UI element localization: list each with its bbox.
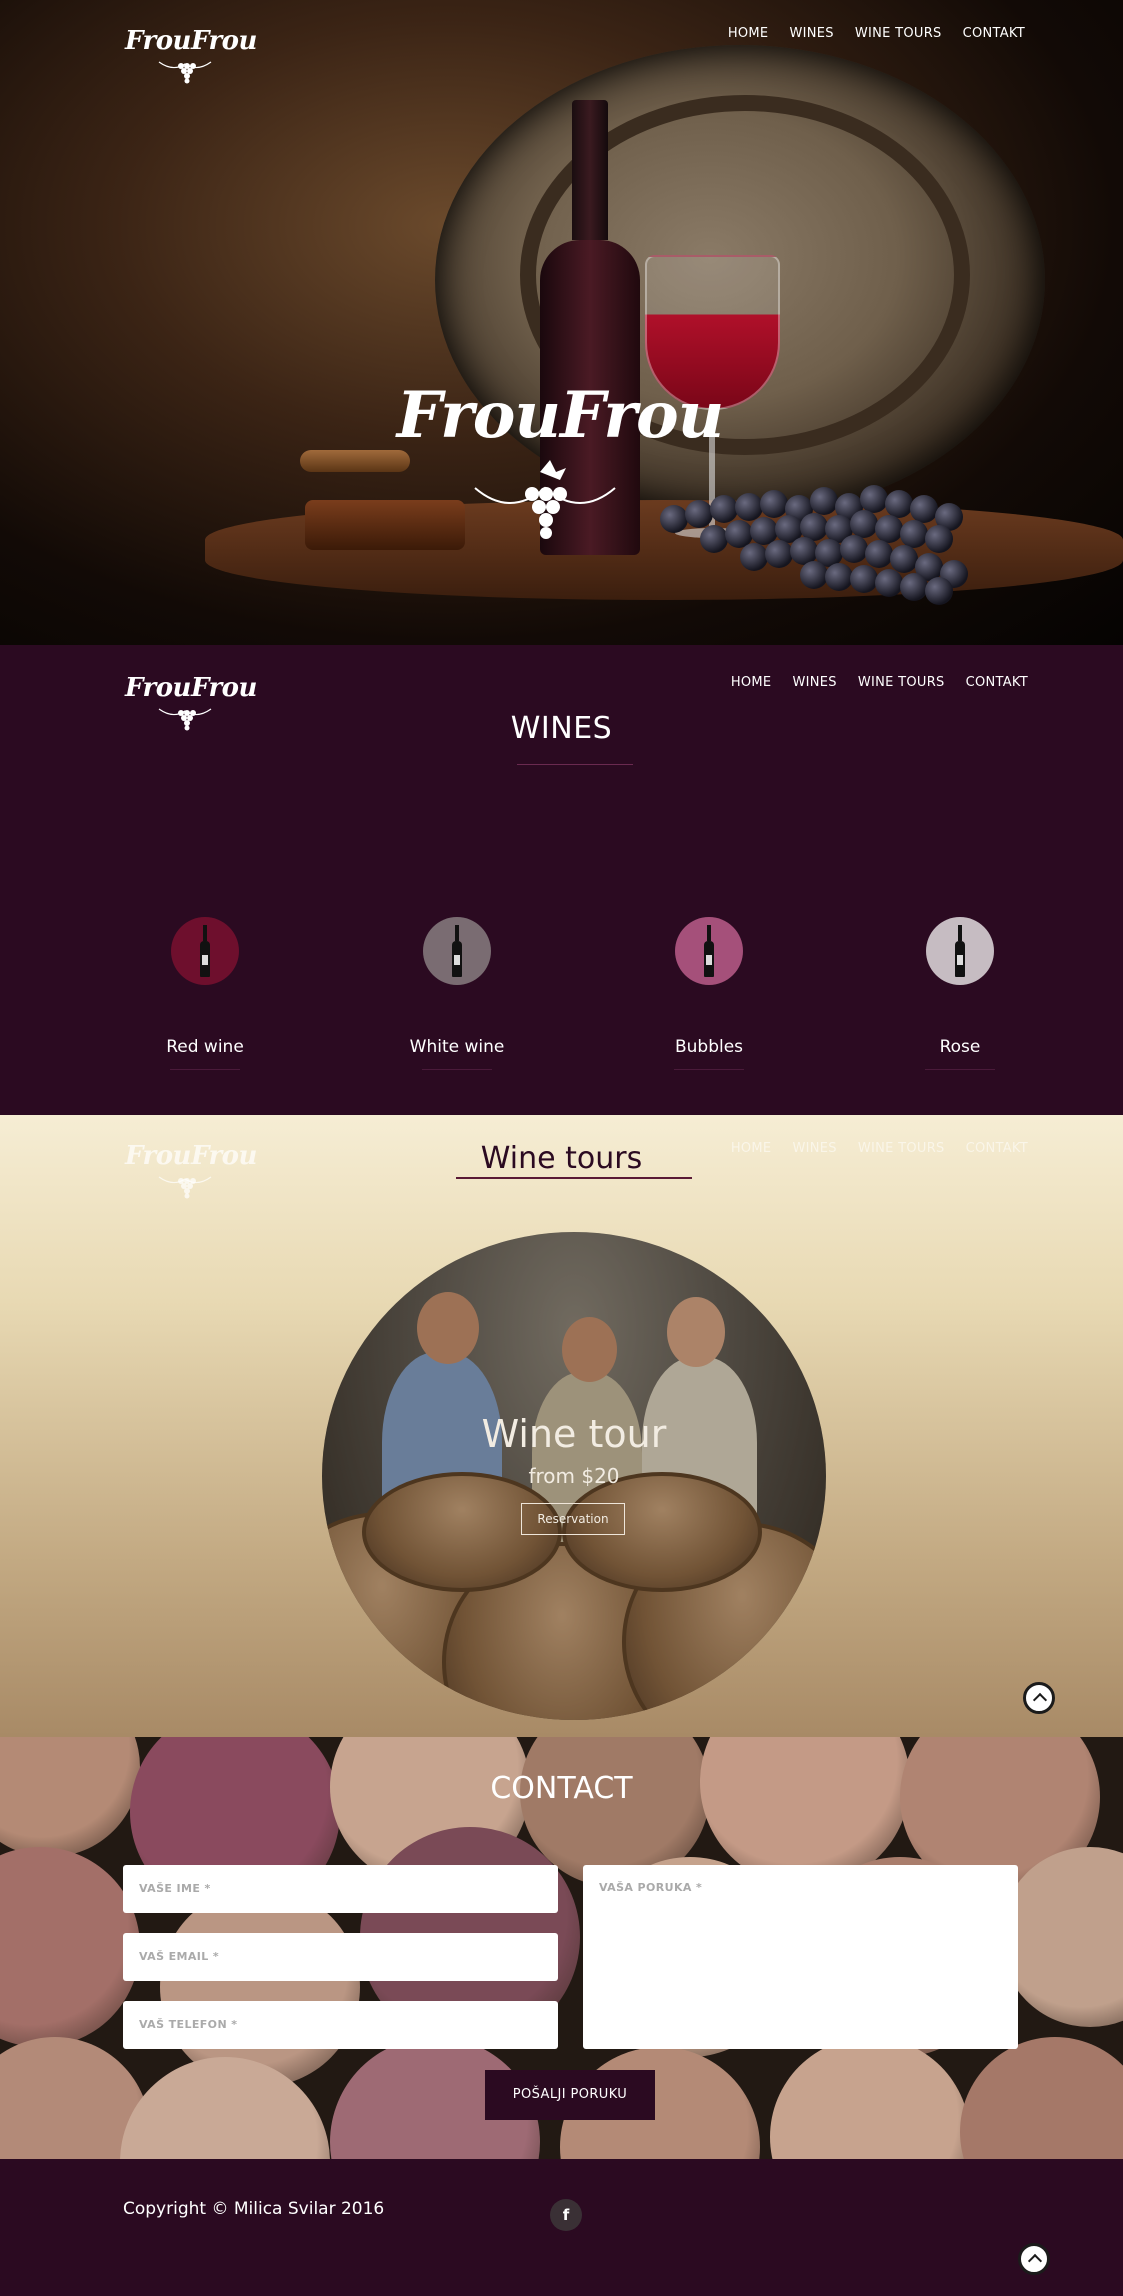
logo-text: FrouFrou [125, 26, 257, 56]
grapes-image [640, 465, 1000, 605]
wine-item-red[interactable]: Red wine [105, 917, 305, 1070]
nav-contact[interactable]: CONTAKT [963, 26, 1025, 41]
main-nav: HOME WINES WINE TOURS CONTAKT [728, 26, 1025, 41]
bottle-icon [200, 925, 210, 977]
bottle-icon [704, 925, 714, 977]
wine-tours-title: Wine tours [480, 1141, 643, 1176]
wine-divider [170, 1069, 240, 1070]
wine-divider [422, 1069, 492, 1070]
hero-title: FrouFrou [396, 378, 725, 453]
contact-section: CONTACT VAŠE IME * VAŠ EMAIL * VAŠ TELEF… [0, 1737, 1123, 2159]
tour-card-title: Wine tour [481, 1412, 667, 1456]
send-message-button[interactable]: POŠALJI PORUKU [485, 2070, 655, 2120]
nav-wine-tours[interactable]: WINE TOURS [858, 675, 945, 690]
wine-circle-white[interactable] [423, 917, 491, 985]
contact-title: CONTACT [490, 1771, 633, 1806]
wine-tour-card[interactable]: Wine tour from $20 Reservation [322, 1232, 826, 1720]
logo-text: FrouFrou [125, 673, 257, 703]
title-divider [456, 1177, 692, 1179]
wine-circle-red[interactable] [171, 917, 239, 985]
nav-contact[interactable]: CONTAKT [966, 675, 1028, 690]
wine-divider [925, 1069, 995, 1070]
message-placeholder: VAŠA PORUKA * [599, 1881, 703, 1894]
nav-wines[interactable]: WINES [792, 675, 836, 690]
main-nav: HOME WINES WINE TOURS CONTAKT [731, 675, 1028, 690]
title-divider [517, 764, 633, 765]
barrel-tap [300, 440, 465, 550]
nav-wines[interactable]: WINES [789, 26, 833, 41]
grape-icon [474, 460, 616, 539]
email-field[interactable]: VAŠ EMAIL * [123, 1933, 558, 1981]
phone-placeholder: VAŠ TELEFON * [139, 2018, 238, 2031]
wines-section: FrouFrou HOME WINES WINE TOURS CONTAKT W… [0, 645, 1123, 1115]
wine-label[interactable]: Rose [860, 1037, 1060, 1057]
wine-item-white[interactable]: White wine [357, 917, 557, 1070]
scroll-top-icon[interactable] [1023, 1682, 1055, 1714]
bottle-icon [955, 925, 965, 977]
footer: Copyright © Milica Svilar 2016 f [0, 2159, 1123, 2296]
name-field[interactable]: VAŠE IME * [123, 1865, 558, 1913]
email-placeholder: VAŠ EMAIL * [139, 1950, 220, 1963]
wine-item-rose[interactable]: Rose [860, 917, 1060, 1070]
nav-home[interactable]: HOME [728, 26, 769, 41]
nav-home[interactable]: HOME [731, 675, 772, 690]
site-logo[interactable]: FrouFrou [125, 26, 257, 91]
wines-title: WINES [510, 711, 613, 746]
grape-icon [158, 61, 212, 84]
wine-label[interactable]: Red wine [105, 1037, 305, 1057]
phone-field[interactable]: VAŠ TELEFON * [123, 2001, 558, 2049]
bottle-icon [452, 925, 462, 977]
facebook-icon[interactable]: f [550, 2199, 582, 2231]
hero-section: FrouFrou HOME WINES WINE TOURS CONTAKT F… [0, 0, 1123, 645]
message-field[interactable]: VAŠA PORUKA * [583, 1865, 1018, 2049]
wine-label[interactable]: Bubbles [609, 1037, 809, 1057]
wine-item-bubbles[interactable]: Bubbles [609, 917, 809, 1070]
wine-tours-section: FrouFrou HOME WINES WINE TOURS CONTAKT W… [0, 1115, 1123, 1737]
reservation-button[interactable]: Reservation [521, 1503, 625, 1535]
copyright-text: Copyright © Milica Svilar 2016 [123, 2199, 385, 2219]
wine-circle-bubbles[interactable] [675, 917, 743, 985]
nav-wine-tours[interactable]: WINE TOURS [855, 26, 942, 41]
wine-divider [674, 1069, 744, 1070]
tour-price: from $20 [528, 1464, 620, 1488]
wine-circle-rose[interactable] [926, 917, 994, 985]
name-placeholder: VAŠE IME * [139, 1882, 211, 1895]
wine-label[interactable]: White wine [357, 1037, 557, 1057]
scroll-top-icon[interactable] [1018, 2243, 1050, 2275]
